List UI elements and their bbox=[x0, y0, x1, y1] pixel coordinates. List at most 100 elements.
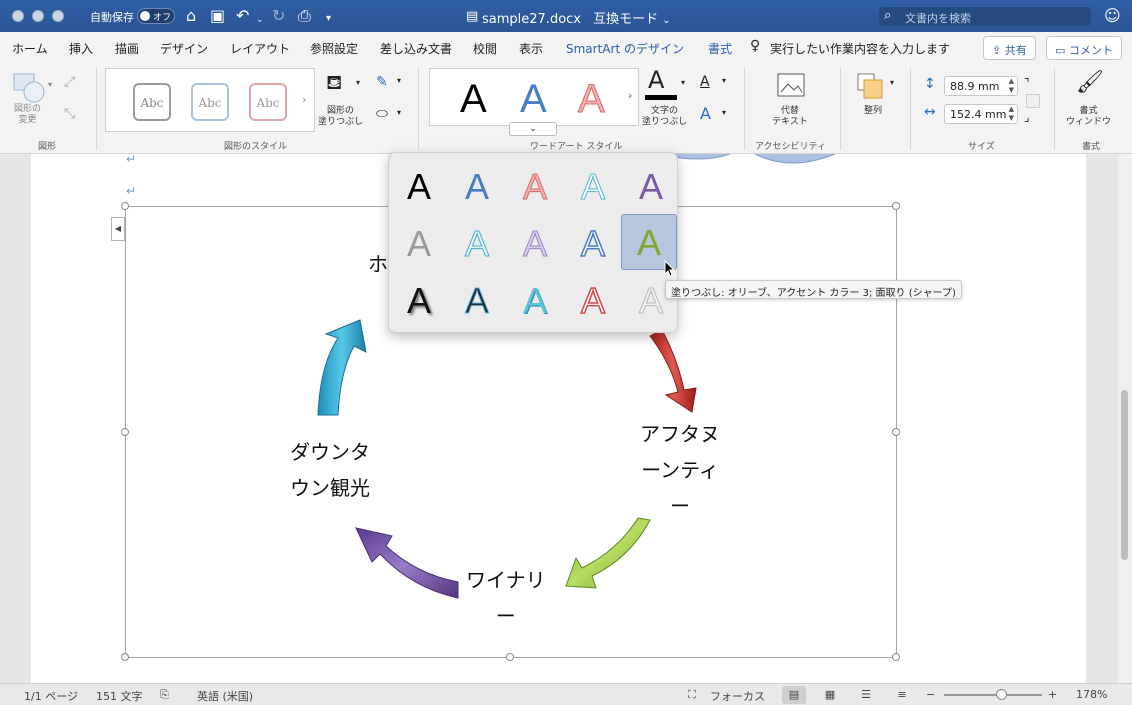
wordart-style-option[interactable]: A bbox=[391, 159, 447, 215]
chevron-down-icon[interactable]: ▾ bbox=[397, 76, 401, 85]
shape-style-swatch[interactable]: Abc bbox=[249, 83, 287, 121]
autosave-toggle[interactable]: オフ bbox=[137, 8, 175, 24]
focus-label[interactable]: フォーカス bbox=[710, 688, 765, 704]
chevron-down-icon[interactable]: ▾ bbox=[722, 76, 726, 85]
web-layout-view-button[interactable]: ▦ bbox=[818, 686, 842, 704]
resize-handle[interactable] bbox=[121, 202, 129, 210]
resize-handle[interactable] bbox=[121, 653, 129, 661]
print-icon[interactable]: ⎙ bbox=[298, 7, 311, 25]
zoom-in-button[interactable]: + bbox=[1048, 688, 1057, 701]
proofing-icon[interactable]: ⎘ bbox=[160, 688, 169, 702]
tab-references[interactable]: 参照設定 bbox=[310, 40, 358, 57]
tab-insert[interactable]: 挿入 bbox=[69, 40, 93, 57]
arrange-icon[interactable] bbox=[856, 72, 886, 100]
undo-icon[interactable]: ↶ bbox=[236, 7, 249, 25]
tab-view[interactable]: 表示 bbox=[519, 40, 543, 57]
zoom-slider[interactable] bbox=[944, 694, 1042, 696]
zoom-window-button[interactable] bbox=[52, 10, 64, 22]
zoom-level[interactable]: 178% bbox=[1076, 688, 1107, 701]
tab-review[interactable]: 校閲 bbox=[473, 40, 497, 57]
paint-bucket-icon[interactable]: ⛾ bbox=[326, 70, 342, 97]
undo-dropdown-icon[interactable]: ⌄ bbox=[256, 11, 264, 29]
save-icon[interactable]: ▣ bbox=[210, 7, 225, 25]
chevron-right-icon[interactable]: › bbox=[302, 93, 306, 106]
chevron-down-icon[interactable]: ▾ bbox=[890, 78, 894, 87]
minimize-window-button[interactable] bbox=[32, 10, 44, 22]
chevron-down-icon[interactable]: ▾ bbox=[48, 80, 52, 89]
wordart-preview-red[interactable]: A bbox=[578, 79, 606, 120]
size-dialog-launcher-icon[interactable]: ⌟ bbox=[1024, 110, 1030, 124]
wordart-style-option[interactable]: A bbox=[565, 159, 621, 215]
focus-icon[interactable]: ⛶ bbox=[688, 688, 696, 702]
diagram-label-left[interactable]: ダウンタ ウン観光 bbox=[290, 434, 370, 506]
chevron-down-icon[interactable]: ▾ bbox=[397, 108, 401, 117]
pen-outline-icon[interactable]: ✎ bbox=[376, 74, 388, 90]
tab-layout[interactable]: レイアウト bbox=[230, 40, 290, 57]
tell-me-box[interactable]: ♀ 実行したい作業内容を入力します bbox=[750, 38, 950, 57]
shape-style-swatch[interactable]: Abc bbox=[133, 83, 171, 121]
tab-home[interactable]: ホーム bbox=[12, 40, 48, 57]
lock-aspect-checkbox[interactable] bbox=[1026, 94, 1040, 108]
scroll-thumb[interactable] bbox=[1121, 390, 1128, 560]
smaller-icon[interactable]: ⤡ bbox=[64, 106, 75, 122]
wordart-style-option[interactable]: A bbox=[507, 159, 563, 215]
chevron-right-icon[interactable]: › bbox=[628, 89, 632, 102]
alt-text-icon[interactable] bbox=[776, 72, 806, 100]
wordart-preview-blue[interactable]: A bbox=[520, 79, 547, 119]
tab-draw[interactable]: 描画 bbox=[115, 40, 139, 57]
comment-button[interactable]: ▭ コメント bbox=[1046, 36, 1122, 60]
change-shape-icon[interactable] bbox=[12, 72, 50, 104]
wordart-more-button[interactable]: ⌄ bbox=[509, 122, 557, 136]
wordart-style-option[interactable]: A bbox=[623, 159, 679, 215]
draft-view-button[interactable]: ≡ bbox=[890, 686, 914, 704]
diagram-label-right[interactable]: アフタヌ ーンティ ー bbox=[640, 416, 720, 524]
tab-smartart-design[interactable]: SmartArt のデザイン bbox=[566, 40, 684, 57]
resize-handle[interactable] bbox=[892, 202, 900, 210]
diagram-label-bottom[interactable]: ワイナリ ー bbox=[466, 562, 546, 634]
width-field[interactable]: 152.4 mm ▲ ▼ bbox=[944, 104, 1018, 124]
resize-handle[interactable] bbox=[892, 428, 900, 436]
width-stepper[interactable]: ▲ ▼ bbox=[1009, 105, 1014, 123]
wordart-style-option[interactable]: A bbox=[391, 216, 447, 272]
wordart-style-option[interactable]: A bbox=[391, 273, 447, 329]
close-window-button[interactable] bbox=[12, 10, 24, 22]
wordart-style-option[interactable]: A bbox=[449, 216, 505, 272]
text-effects-icon[interactable]: A bbox=[700, 104, 711, 123]
word-count[interactable]: 151 文字 bbox=[96, 688, 143, 704]
customize-toolbar-icon[interactable]: ▾ bbox=[326, 10, 331, 28]
wordart-style-option[interactable]: A bbox=[565, 216, 621, 272]
smiley-feedback-icon[interactable]: ☺ bbox=[1104, 7, 1121, 25]
wordart-style-option[interactable]: A bbox=[449, 273, 505, 329]
chevron-down-icon[interactable]: ▾ bbox=[356, 78, 360, 87]
resize-handle[interactable] bbox=[506, 653, 514, 661]
text-fill-icon[interactable]: A bbox=[648, 68, 664, 92]
shape-style-swatch[interactable]: Abc bbox=[191, 83, 229, 121]
wordart-style-option[interactable]: A bbox=[507, 216, 563, 272]
text-outline-icon[interactable]: A bbox=[700, 74, 710, 90]
tab-design[interactable]: デザイン bbox=[160, 40, 208, 57]
height-field[interactable]: 88.9 mm ▲ ▼ bbox=[944, 76, 1018, 96]
home-icon[interactable]: ⌂ bbox=[186, 7, 196, 25]
chevron-down-icon[interactable]: ▾ bbox=[722, 108, 726, 117]
chevron-down-icon[interactable]: ▾ bbox=[681, 78, 685, 87]
larger-icon[interactable]: ⤢ bbox=[64, 74, 75, 90]
tab-mailings[interactable]: 差し込み文書 bbox=[380, 40, 452, 57]
zoom-out-button[interactable]: − bbox=[926, 688, 935, 701]
tab-format[interactable]: 書式 bbox=[708, 40, 732, 57]
text-pane-toggle[interactable]: ◀ bbox=[111, 217, 125, 241]
wordart-style-option[interactable]: A bbox=[565, 273, 621, 329]
format-pane-icon[interactable]: 🖌 bbox=[1076, 70, 1104, 95]
redo-icon[interactable]: ↻ bbox=[272, 7, 285, 25]
shape-effects-icon[interactable]: ⬭ bbox=[376, 106, 388, 122]
wordart-style-option[interactable]: A bbox=[507, 273, 563, 329]
resize-handle[interactable] bbox=[892, 653, 900, 661]
size-dialog-launcher-icon[interactable]: ⌝ bbox=[1024, 76, 1030, 90]
diagram-label-top[interactable]: ホ bbox=[368, 246, 388, 282]
share-button[interactable]: ⇪ 共有 bbox=[983, 36, 1036, 60]
search-input[interactable]: ⌕ 文書内を検索 bbox=[879, 7, 1091, 26]
wordart-preview-black[interactable]: A bbox=[460, 79, 487, 119]
wordart-style-option[interactable]: A bbox=[449, 159, 505, 215]
language[interactable]: 英語 (米国) bbox=[197, 688, 253, 704]
page-count[interactable]: 1/1 ページ bbox=[24, 688, 78, 704]
resize-handle[interactable] bbox=[121, 428, 129, 436]
